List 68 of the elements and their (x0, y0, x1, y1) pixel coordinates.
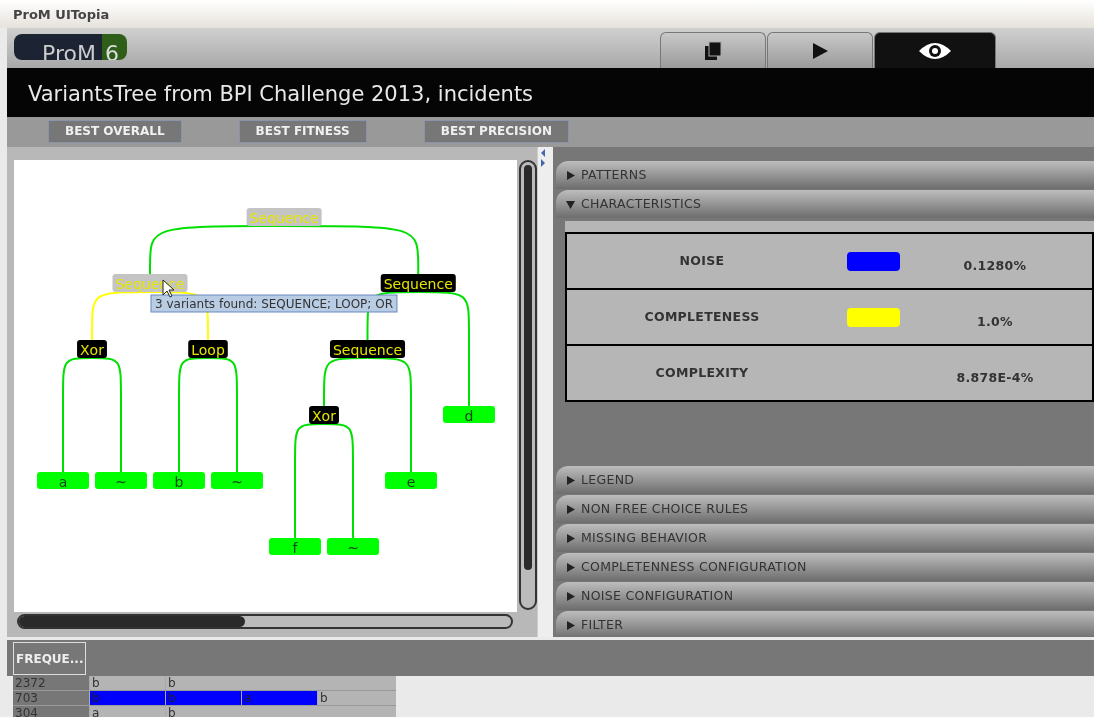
table-cell[interactable]: a (89, 706, 165, 717)
section-header[interactable]: MISSING BEHAVIOR (556, 524, 1094, 552)
expand-triangle-icon (566, 533, 575, 543)
table-cell[interactable]: b (89, 676, 165, 690)
section-header[interactable]: LEGEND (556, 466, 1094, 494)
collapse-arrows-icon[interactable] (540, 148, 546, 168)
expand-triangle-icon (566, 591, 575, 601)
section-header[interactable]: CHARACTERISTICS (556, 190, 1094, 218)
metric-value: 8.878E-4% (955, 368, 1035, 387)
table-cell[interactable]: b (317, 691, 393, 705)
table-cell[interactable]: b (165, 706, 241, 717)
metric-label: NOISE (678, 251, 726, 270)
section-title: NOISE CONFIGURATION (581, 586, 734, 605)
activity-node[interactable]: ~ (211, 472, 263, 490)
filter-button[interactable]: BEST PRECISION (423, 120, 569, 143)
activity-node[interactable]: d (443, 406, 495, 424)
collapse-triangle-icon (566, 199, 575, 209)
section-title: MISSING BEHAVIOR (581, 528, 708, 547)
eye-icon (918, 40, 952, 61)
section-title: CHARACTERISTICS (581, 194, 702, 213)
operator-node[interactable]: Loop (188, 340, 228, 358)
play-icon (811, 41, 829, 60)
section-header[interactable]: PATTERNS (556, 161, 1094, 189)
operator-node[interactable]: Sequence (329, 340, 406, 358)
column-header[interactable]: FREQUE... (13, 642, 87, 675)
copy-icon (703, 40, 723, 61)
activity-node[interactable]: ~ (327, 538, 379, 556)
metric-label: COMPLETENESS (643, 307, 761, 326)
activity-node[interactable]: a (37, 472, 89, 490)
horizontal-scrollbar[interactable] (17, 614, 513, 629)
expand-triangle-icon (566, 170, 575, 180)
section-header[interactable]: NON FREE CHOICE RULES (556, 495, 1094, 523)
operator-node[interactable]: Xor (309, 406, 339, 424)
filter-button[interactable]: BEST OVERALL (48, 120, 182, 143)
section-header[interactable]: COMPLETENNESS CONFIGURATION (556, 553, 1094, 581)
activity-node[interactable]: ~ (95, 472, 147, 490)
section-title: PATTERNS (581, 165, 647, 184)
operator-node[interactable]: Sequence (380, 274, 456, 292)
section-title: LEGEND (581, 470, 635, 489)
expand-triangle-icon (566, 504, 575, 514)
section-header[interactable]: NOISE CONFIGURATION (556, 582, 1094, 610)
table-cell[interactable]: b (165, 676, 241, 690)
operator-node[interactable]: Xor (77, 340, 107, 358)
vertical-scrollbar[interactable] (519, 160, 537, 610)
section-header[interactable]: FILTER (556, 611, 1094, 637)
view-title: VariantsTree from BPI Challenge 2013, incidents (7, 68, 1094, 117)
table-cell: 2372 (13, 676, 89, 690)
expand-triangle-icon (566, 475, 575, 485)
activity-node[interactable]: b (153, 472, 205, 490)
section-title: FILTER (581, 615, 624, 634)
filter-button[interactable]: BEST FITNESS (238, 120, 367, 143)
tooltip: 3 variants found: SEQUENCE; LOOP; OR (150, 294, 398, 313)
table-cell: 304 (13, 706, 89, 717)
section-title: COMPLETENNESS CONFIGURATION (581, 557, 807, 576)
tree-edge (91, 291, 151, 341)
table-cell: 703 (13, 691, 89, 705)
view-tab[interactable] (660, 32, 766, 68)
view-tab[interactable] (767, 32, 873, 68)
view-tab[interactable] (874, 32, 996, 68)
section-title: NON FREE CHOICE RULES (581, 499, 749, 518)
activity-node[interactable]: e (385, 472, 437, 490)
metric-value: 0.1280% (962, 256, 1028, 275)
expand-triangle-icon (566, 620, 575, 630)
window-title: ProM UITopia (0, 0, 1094, 28)
activity-node[interactable]: f (269, 538, 321, 556)
metric-value: 1.0% (976, 312, 1014, 331)
metric-label: COMPLEXITY (654, 363, 750, 382)
expand-triangle-icon (566, 562, 575, 572)
